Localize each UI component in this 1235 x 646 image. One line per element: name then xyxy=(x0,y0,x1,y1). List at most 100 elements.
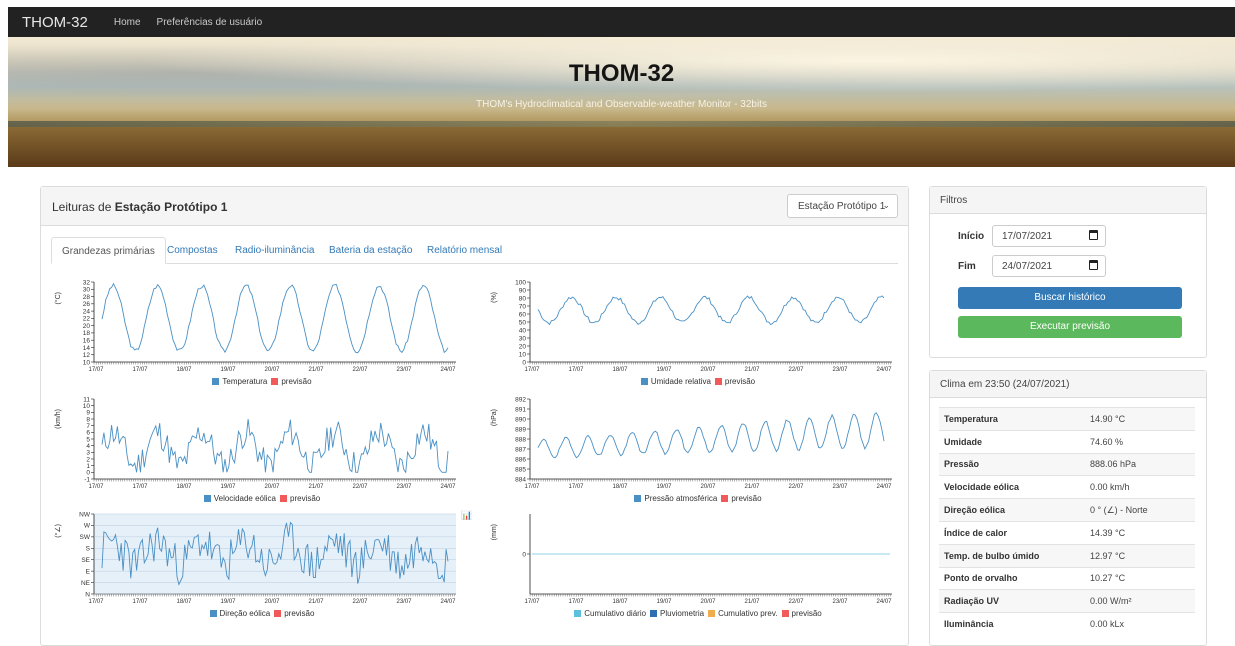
tab-radio-illuminance[interactable]: Radio-iluminância xyxy=(225,237,324,264)
chart-svg: (km/h) -101234567891011 17/07 17/07 18/07 19/… xyxy=(55,396,456,490)
x-tick-label: 17/07 xyxy=(132,484,148,490)
series-line xyxy=(537,412,885,459)
y-tick-label: 14 xyxy=(83,345,91,352)
run-forecast-button[interactable]: Executar previsão xyxy=(958,316,1182,338)
legend-label[interactable]: Umidade relativa xyxy=(651,377,711,386)
tab-primary-quantities[interactable]: Grandezas primárias xyxy=(51,237,166,264)
y-tick-label: 32 xyxy=(83,279,91,286)
y-axis-label: (hPa) xyxy=(491,409,498,426)
legend-swatch[interactable] xyxy=(714,378,722,385)
search-history-button[interactable]: Buscar histórico xyxy=(958,287,1182,309)
legend-label[interactable]: previsão xyxy=(284,609,314,618)
y-tick-label: 10 xyxy=(519,351,527,358)
legend-label[interactable]: previsão xyxy=(281,377,311,386)
tab-composite[interactable]: Compostas xyxy=(157,237,228,264)
series-line xyxy=(101,282,449,354)
chart-zoom-icon[interactable]: 📊 xyxy=(461,510,472,521)
y-tick-label: 3 xyxy=(86,450,90,457)
calendar-icon[interactable] xyxy=(1089,230,1098,240)
climate-panel-title: Clima em 23:50 (24/07/2021) xyxy=(930,371,1206,398)
hero-banner: THOM-32 THOM's Hydroclimatical and Obser… xyxy=(8,37,1235,167)
climate-value: 14.39 °C xyxy=(1085,520,1195,545)
y-tick-label: 2 xyxy=(86,456,90,463)
climate-value: 0 ° (∠) - Norte xyxy=(1085,498,1195,522)
navbar-brand[interactable]: THOM-32 xyxy=(22,14,88,31)
humidity-chart[interactable]: (%) 0 10 20 30 40 50 60 70 80 90 100 17/07 17/07 18/07… xyxy=(488,276,904,390)
legend-swatch[interactable] xyxy=(274,610,282,617)
y-tick-label: 11 xyxy=(83,396,90,403)
climate-label: Temperatura xyxy=(939,407,1085,431)
legend-label[interactable]: Velocidade eólica xyxy=(214,494,276,503)
calendar-icon[interactable] xyxy=(1089,260,1098,270)
legend-swatch[interactable] xyxy=(721,495,729,502)
legend-label[interactable]: previsão xyxy=(792,609,822,618)
tab-station-battery[interactable]: Bateria da estação xyxy=(319,237,422,264)
legend-swatch[interactable] xyxy=(640,378,648,385)
wind-direction-chart[interactable]: (°∠) N NE E SE S SW W NW 17/07 17/07 18/07 19/07 20/0… xyxy=(52,508,468,622)
x-tick-label: 24/07 xyxy=(876,599,892,605)
legend-swatch[interactable] xyxy=(574,610,582,617)
y-tick-label: E xyxy=(86,568,91,575)
chart-legend: Direção eólica previsão xyxy=(52,609,468,618)
legend-swatch[interactable] xyxy=(650,610,658,617)
legend-label[interactable]: Temperatura xyxy=(222,377,267,386)
start-date-label: Início xyxy=(958,231,985,242)
y-tick-label: NE xyxy=(81,580,91,587)
legend-label[interactable]: Pluviometria xyxy=(660,609,704,618)
legend-label[interactable]: Cumulativo prev. xyxy=(718,609,777,618)
legend-swatch[interactable] xyxy=(203,495,211,502)
x-tick-label: 21/07 xyxy=(744,484,760,490)
legend-swatch[interactable] xyxy=(280,495,288,502)
tab-monthly-report[interactable]: Relatório mensal xyxy=(417,237,512,264)
legend-label[interactable]: previsão xyxy=(731,494,761,503)
x-tick-label: 18/07 xyxy=(176,599,192,605)
y-tick-label: 886 xyxy=(515,456,526,463)
hero-subtitle: THOM's Hydroclimatical and Observable-we… xyxy=(476,99,767,110)
y-tick-label: 885 xyxy=(515,466,526,473)
start-date-value: 17/07/2021 xyxy=(1002,231,1053,242)
readings-panel-header: Leituras de Estação Protótipo 1 Estação … xyxy=(41,187,908,226)
x-tick-label: 17/07 xyxy=(524,484,540,490)
x-tick-label: 17/07 xyxy=(568,367,584,373)
legend-swatch[interactable] xyxy=(209,610,217,617)
legend-swatch[interactable] xyxy=(634,495,642,502)
x-tick-label: 23/07 xyxy=(396,484,412,490)
legend-label[interactable]: previsão xyxy=(290,494,320,503)
rainfall-chart[interactable]: (mm) 0 17/07 17/07 18/07 19/07 20/07 21/07 22/07… xyxy=(488,508,904,622)
legend-label[interactable]: Pressão atmosférica xyxy=(644,494,717,503)
readings-title-prefix: Leituras de xyxy=(52,200,115,214)
y-tick-label: 888 xyxy=(515,436,526,443)
y-tick-label: 10 xyxy=(83,403,91,410)
temperature-chart[interactable]: (°C) 10 12 14 16 18 20 22 24 26 28 30 32 17/07 17/07 18… xyxy=(52,276,468,390)
y-tick-label: 10 xyxy=(83,359,91,366)
legend-label[interactable]: previsão xyxy=(725,377,755,386)
legend-swatch[interactable] xyxy=(212,378,220,385)
y-tick-label: NW xyxy=(79,511,91,518)
end-date-label: Fim xyxy=(958,261,976,272)
climate-value: 888.06 hPa xyxy=(1085,452,1195,476)
climate-row: Pressão 888.06 hPa xyxy=(939,452,1195,476)
start-date-input[interactable]: 17/07/2021 xyxy=(992,225,1106,247)
station-select[interactable]: Estação Protótipo 1 ⌄ xyxy=(787,194,898,218)
wind-speed-chart[interactable]: (km/h) -1 0 1 2 3 4 5 6 7 8 9 10 11 17/07 17/07 18/07 19/… xyxy=(52,393,468,507)
nav-link-home[interactable]: Home xyxy=(114,17,141,28)
legend-swatch[interactable] xyxy=(781,610,789,617)
legend-label[interactable]: Direção eólica xyxy=(220,609,271,618)
end-date-input[interactable]: 24/07/2021 xyxy=(992,255,1106,277)
x-tick-label: 24/07 xyxy=(440,484,456,490)
x-tick-label: 18/07 xyxy=(176,484,192,490)
filter-panel-title: Filtros xyxy=(930,187,1206,214)
legend-label[interactable]: Cumulativo diário xyxy=(584,609,646,618)
y-tick-label: 4 xyxy=(86,443,90,450)
chevron-down-icon: ⌄ xyxy=(882,200,890,210)
climate-label: Pressão xyxy=(939,452,1085,476)
x-tick-label: 17/07 xyxy=(524,367,540,373)
legend-swatch[interactable] xyxy=(708,610,716,617)
nav-link-user-preferences[interactable]: Preferências de usuário xyxy=(157,17,263,28)
x-tick-label: 19/07 xyxy=(220,484,236,490)
y-tick-label: 0 xyxy=(522,359,526,366)
x-tick-label: 19/07 xyxy=(656,484,672,490)
pressure-chart[interactable]: (hPa) 884 885 886 887 888 889 890 891 892 17/07 17/… xyxy=(488,393,904,507)
legend-swatch[interactable] xyxy=(271,378,279,385)
climate-row: Temp. de bulbo úmido 12.97 °C xyxy=(939,543,1195,568)
